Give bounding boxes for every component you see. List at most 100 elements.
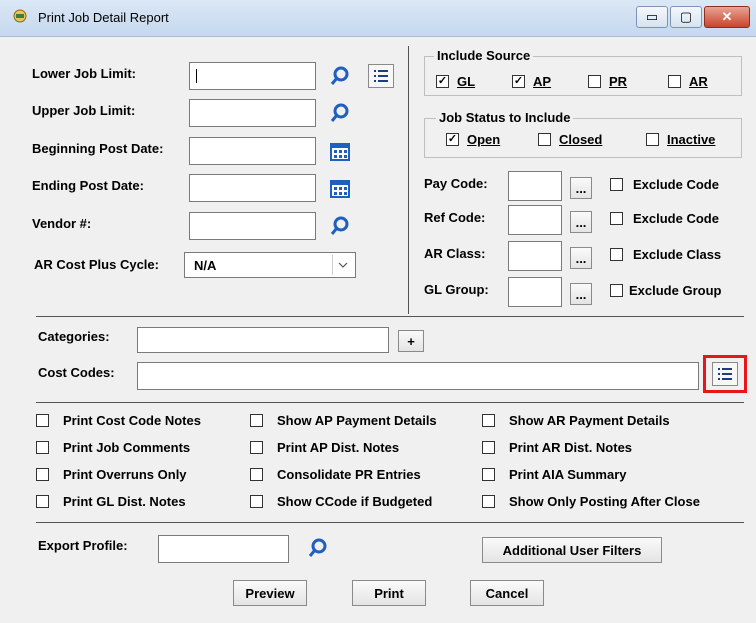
option-checkbox[interactable] — [250, 468, 263, 481]
inactive-checkbox[interactable] — [646, 133, 659, 146]
preview-button[interactable]: Preview — [233, 580, 307, 606]
pay-code-label: Pay Code: — [424, 176, 488, 191]
window-title: Print Job Detail Report — [38, 10, 169, 25]
upper-job-limit-input[interactable] — [189, 99, 316, 127]
calendar-icon[interactable] — [329, 177, 351, 199]
include-source-title: Include Source — [434, 48, 534, 63]
option-item[interactable]: Show AR Payment Details — [482, 413, 670, 428]
source-ar[interactable]: AR — [668, 74, 708, 89]
lower-job-limit-input[interactable] — [189, 62, 316, 90]
ar-cost-plus-cycle-select[interactable]: N/A — [184, 252, 356, 278]
option-item[interactable]: Show AP Payment Details — [250, 413, 437, 428]
categories-add-button[interactable]: + — [398, 330, 424, 352]
option-item[interactable]: Print Job Comments — [36, 440, 190, 455]
lookup-search-icon[interactable] — [328, 214, 352, 238]
select-value: N/A — [194, 258, 217, 273]
option-checkbox[interactable] — [482, 495, 495, 508]
exclude-pay-code[interactable]: Exclude Code — [610, 177, 719, 192]
gl-group-label: GL Group: — [424, 282, 489, 297]
highlight-box — [703, 355, 747, 393]
job-status-title: Job Status to Include — [436, 110, 574, 125]
source-ap[interactable]: ✓ AP — [512, 74, 551, 89]
status-open[interactable]: ✓ Open — [446, 132, 500, 147]
option-item[interactable]: Print AR Dist. Notes — [482, 440, 632, 455]
exclude-ref-code-checkbox[interactable] — [610, 212, 623, 225]
gl-group-input[interactable] — [508, 277, 562, 307]
option-item[interactable]: Show Only Posting After Close — [482, 494, 700, 509]
cancel-button[interactable]: Cancel — [470, 580, 544, 606]
ending-post-date-label: Ending Post Date: — [32, 178, 144, 193]
ar-class-lookup-button[interactable]: ... — [570, 247, 592, 269]
categories-input[interactable] — [137, 327, 389, 353]
cost-codes-label: Cost Codes: — [38, 365, 115, 380]
pr-checkbox[interactable] — [588, 75, 601, 88]
additional-user-filters-button[interactable]: Additional User Filters — [482, 537, 662, 563]
closed-checkbox[interactable] — [538, 133, 551, 146]
option-checkbox[interactable] — [482, 468, 495, 481]
exclude-pay-code-checkbox[interactable] — [610, 178, 623, 191]
gl-group-lookup-button[interactable]: ... — [570, 283, 592, 305]
ar-class-input[interactable] — [508, 241, 562, 271]
option-checkbox[interactable] — [250, 495, 263, 508]
exclude-ref-code[interactable]: Exclude Code — [610, 211, 719, 226]
option-checkbox[interactable] — [36, 441, 49, 454]
option-item[interactable]: Show CCode if Budgeted — [250, 494, 432, 509]
gl-checkbox[interactable]: ✓ — [436, 75, 449, 88]
ar-checkbox[interactable] — [668, 75, 681, 88]
option-checkbox[interactable] — [482, 441, 495, 454]
ref-code-label: Ref Code: — [424, 210, 486, 225]
pay-code-input[interactable] — [508, 171, 562, 201]
cost-codes-list-button[interactable] — [712, 362, 738, 386]
export-profile-label: Export Profile: — [38, 538, 128, 553]
source-gl[interactable]: ✓ GL — [436, 74, 475, 89]
exclude-gl-group[interactable]: Exclude Group — [610, 283, 721, 298]
source-pr[interactable]: PR — [588, 74, 627, 89]
exclude-ar-class[interactable]: Exclude Class — [610, 247, 721, 262]
lookup-search-icon[interactable] — [328, 101, 352, 125]
option-item[interactable]: Print Cost Code Notes — [36, 413, 201, 428]
list-icon — [718, 368, 732, 380]
open-checkbox[interactable]: ✓ — [446, 133, 459, 146]
option-item[interactable]: Print GL Dist. Notes — [36, 494, 186, 509]
ref-code-lookup-button[interactable]: ... — [570, 211, 592, 233]
option-checkbox[interactable] — [36, 414, 49, 427]
ending-post-date-input[interactable] — [189, 174, 316, 202]
lookup-search-icon[interactable] — [306, 536, 330, 560]
option-item[interactable]: Print AIA Summary — [482, 467, 627, 482]
option-checkbox[interactable] — [250, 441, 263, 454]
option-item[interactable]: Consolidate PR Entries — [250, 467, 421, 482]
ap-checkbox[interactable]: ✓ — [512, 75, 525, 88]
calendar-icon[interactable] — [329, 140, 351, 162]
categories-label: Categories: — [38, 329, 110, 344]
minimize-button[interactable]: ▭ — [636, 6, 668, 28]
job-list-button[interactable] — [368, 64, 394, 88]
status-inactive[interactable]: Inactive — [646, 132, 715, 147]
beginning-post-date-label: Beginning Post Date: — [32, 141, 164, 156]
exclude-ar-class-checkbox[interactable] — [610, 248, 623, 261]
chevron-down-icon — [332, 255, 353, 275]
close-icon: ✕ — [721, 9, 733, 24]
pay-code-lookup-button[interactable]: ... — [570, 177, 592, 199]
option-checkbox[interactable] — [36, 468, 49, 481]
option-item[interactable]: Print Overruns Only — [36, 467, 187, 482]
option-checkbox[interactable] — [250, 414, 263, 427]
cost-codes-input[interactable] — [137, 362, 699, 390]
status-closed[interactable]: Closed — [538, 132, 602, 147]
vertical-divider — [408, 46, 409, 314]
vendor-input[interactable] — [189, 212, 316, 240]
lookup-search-icon[interactable] — [328, 64, 352, 88]
lower-job-limit-label: Lower Job Limit: — [32, 66, 136, 81]
maximize-button[interactable]: ▢ — [670, 6, 702, 28]
print-button[interactable]: Print — [352, 580, 426, 606]
exclude-gl-group-checkbox[interactable] — [610, 284, 623, 297]
export-profile-input[interactable] — [158, 535, 289, 563]
beginning-post-date-input[interactable] — [189, 137, 316, 165]
ref-code-input[interactable] — [508, 205, 562, 235]
ar-cost-plus-cycle-label: AR Cost Plus Cycle: — [34, 257, 159, 272]
option-item[interactable]: Print AP Dist. Notes — [250, 440, 399, 455]
option-checkbox[interactable] — [482, 414, 495, 427]
close-button[interactable]: ✕ — [704, 6, 750, 28]
plus-icon: + — [407, 333, 415, 349]
horizontal-divider — [36, 316, 744, 317]
option-checkbox[interactable] — [36, 495, 49, 508]
